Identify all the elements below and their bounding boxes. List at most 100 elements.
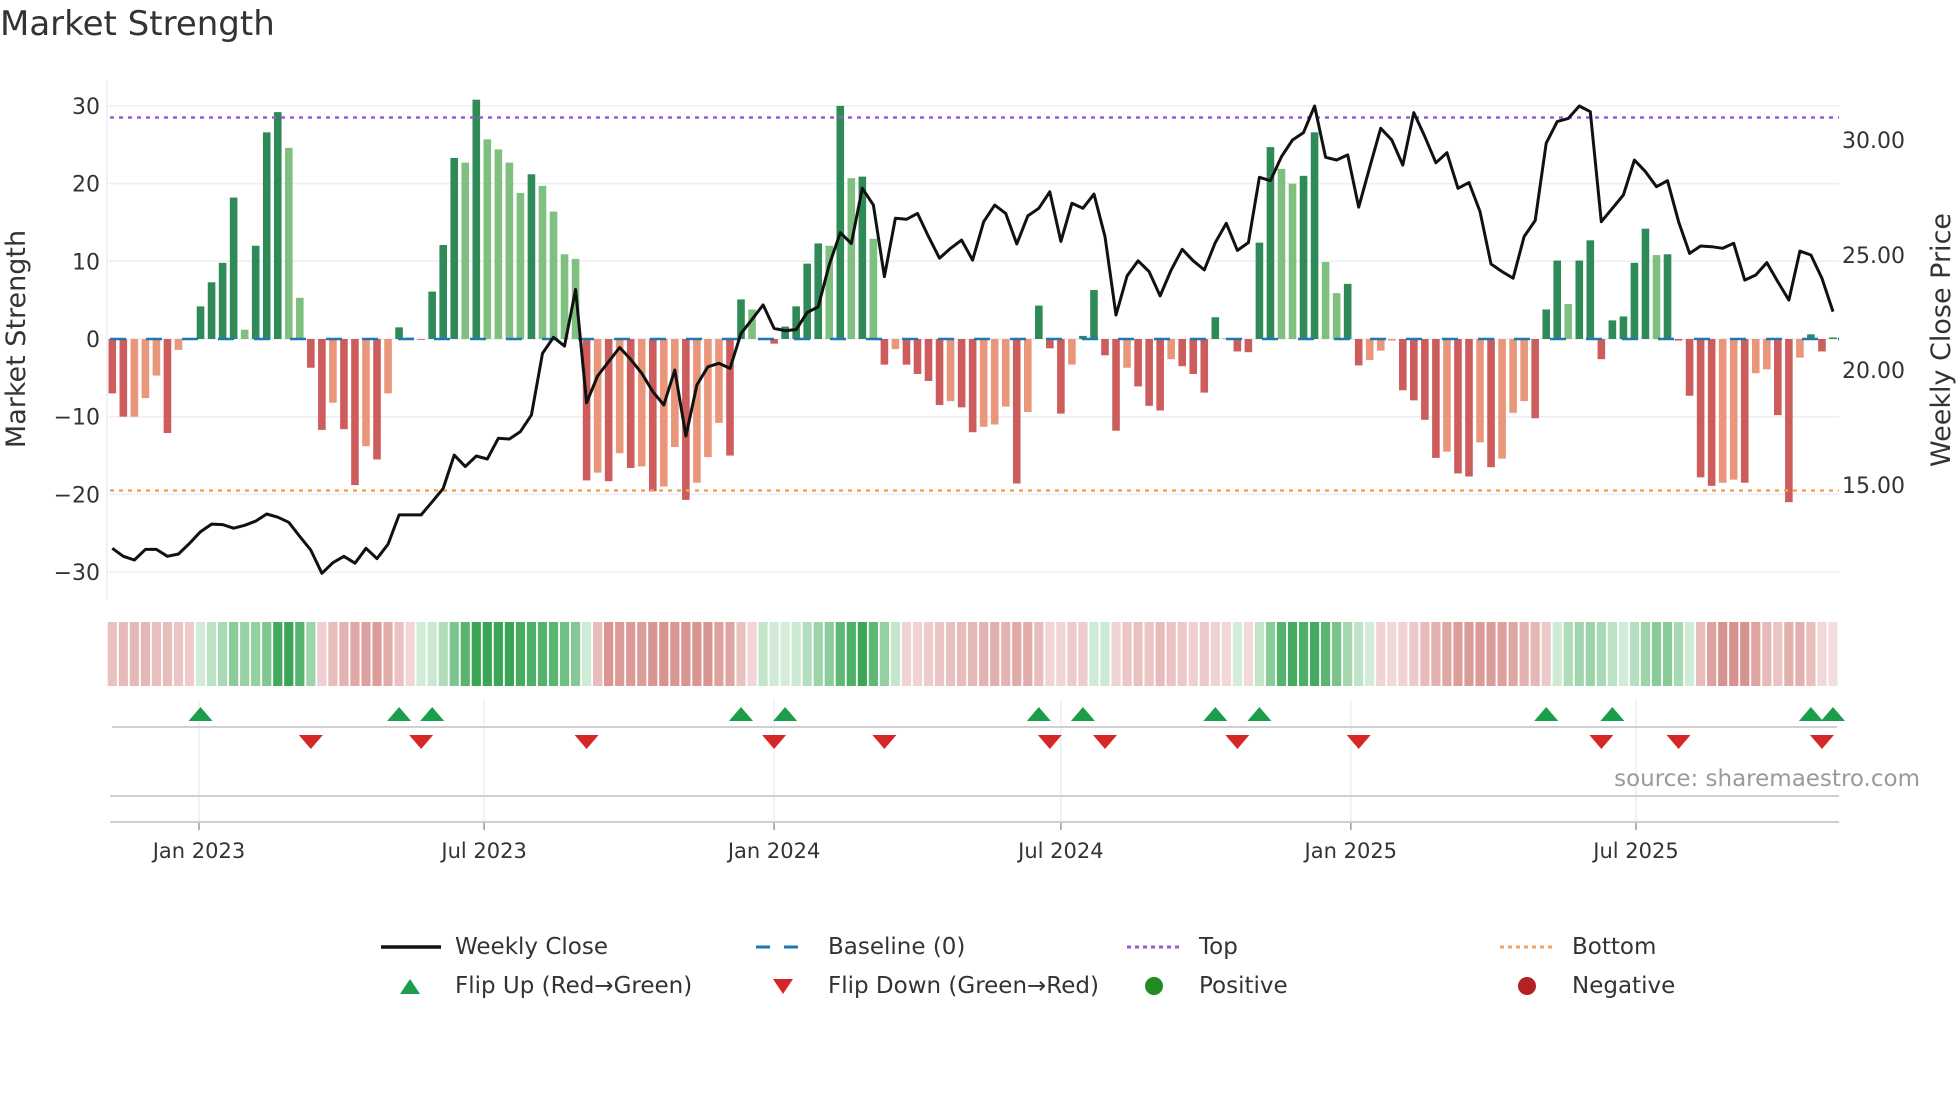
strength-heat-cell: [1618, 622, 1629, 686]
x-tick-label: Jul 2024: [1016, 839, 1103, 863]
strength-heat-cell: [1541, 622, 1551, 686]
strength-heat-cell: [1133, 622, 1143, 686]
strength-bar: [660, 339, 668, 487]
strength-heat-cell: [107, 622, 117, 686]
y-tick-label: −10: [54, 406, 100, 431]
strength-heat-cell: [218, 622, 228, 686]
strength-heat-cell: [1078, 622, 1088, 686]
strength-heat-cell: [659, 622, 669, 686]
strength-bar: [1387, 339, 1396, 341]
strength-heat-cell: [1155, 622, 1165, 686]
strength-heat-cell: [416, 622, 426, 686]
legend-item[interactable]: Weekly Close: [381, 934, 608, 960]
strength-bar: [637, 339, 646, 467]
y2-tick-label: 15.00: [1842, 474, 1905, 499]
strength-bar: [1101, 339, 1109, 356]
strength-heat-cell: [923, 622, 934, 686]
flip-down-marker: [409, 735, 434, 749]
legend-item[interactable]: Top: [1125, 934, 1238, 960]
strength-bar: [957, 339, 966, 408]
strength-bar: [979, 339, 988, 427]
strength-bar: [902, 339, 911, 365]
strength-bar: [693, 339, 701, 483]
strength-heat-cell: [1067, 622, 1077, 686]
strength-bar: [1575, 260, 1584, 339]
strength-heat-cell: [1012, 622, 1022, 686]
line-swatch-icon: [381, 945, 441, 949]
flip-up-marker: [420, 707, 445, 721]
legend-item[interactable]: Negative: [1498, 973, 1675, 999]
strength-bar: [494, 149, 503, 339]
strength-heat-cell: [968, 622, 978, 686]
strength-heat-cell: [637, 622, 647, 686]
strength-bar: [351, 339, 359, 486]
strength-heat-cell: [460, 622, 470, 686]
strength-bar: [1564, 304, 1573, 339]
triangle-down-icon: [773, 979, 793, 994]
strength-heat-cell: [262, 622, 272, 686]
strength-heat-cell: [1640, 622, 1651, 686]
strength-heat-cell: [1696, 622, 1706, 686]
strength-heat-cell: [405, 622, 415, 686]
strength-heat-cell: [1607, 622, 1617, 686]
x-tick-label: Jul 2025: [1591, 839, 1678, 863]
strength-bar: [1211, 317, 1220, 339]
strength-bar: [1023, 339, 1032, 413]
flip-up-marker: [1070, 707, 1095, 721]
strength-bar: [1343, 283, 1352, 339]
flip-down-marker: [872, 735, 897, 749]
strength-heat-cell: [1740, 622, 1750, 686]
strength-bar: [1354, 339, 1363, 366]
legend-item[interactable]: Positive: [1125, 973, 1288, 999]
strength-heat-cell: [1122, 622, 1132, 686]
strength-bar: [516, 192, 525, 339]
strength-heat-cell: [1729, 622, 1739, 686]
strength-heat-cell: [162, 622, 173, 686]
strength-heat-cell: [1795, 622, 1805, 686]
legend-item[interactable]: Baseline (0): [754, 934, 965, 960]
strength-bar: [229, 197, 238, 339]
strength-heat-cell: [383, 622, 393, 686]
strength-heat-cell: [1398, 622, 1408, 686]
strength-bar: [1487, 339, 1495, 468]
strength-heat-cell: [758, 622, 768, 686]
strength-heat-cell: [1254, 622, 1265, 686]
strength-heat-cell: [1188, 622, 1198, 686]
strength-heat-cell: [1552, 622, 1562, 686]
strength-heat-cell: [1629, 622, 1640, 686]
strength-bar: [262, 132, 271, 339]
flip-down-marker: [1093, 735, 1117, 749]
strength-heat-cell: [129, 622, 139, 686]
strength-bar: [1619, 316, 1628, 339]
strength-heat-cell: [736, 622, 746, 686]
line-swatch-icon: [756, 945, 812, 949]
strength-bar: [549, 211, 558, 339]
strength-heat-cell: [1409, 622, 1419, 686]
strength-heat-cell: [1431, 622, 1441, 686]
strength-heat-cell: [1784, 622, 1794, 686]
legend-label: Positive: [1199, 973, 1288, 999]
strength-heat-cell: [449, 622, 459, 686]
strength-heat-cell: [1321, 622, 1331, 686]
flip-up-marker: [188, 707, 213, 721]
legend-label: Flip Up (Red→Green): [455, 973, 693, 999]
strength-bar: [968, 339, 977, 433]
strength-heat-cell: [1232, 622, 1242, 686]
strength-heat-cell: [372, 622, 382, 686]
strength-bar: [924, 339, 933, 381]
strength-bar: [428, 291, 436, 339]
flip-down-marker: [298, 735, 323, 749]
strength-bar: [1178, 339, 1187, 367]
strength-bar: [461, 162, 470, 339]
strength-bar: [593, 339, 602, 473]
legend-item[interactable]: Flip Up (Red→Green): [381, 973, 692, 999]
strength-bar: [395, 327, 403, 339]
strength-heat-cell: [1585, 622, 1595, 686]
strength-heat-cell: [857, 622, 867, 686]
legend-item[interactable]: Bottom: [1498, 934, 1656, 960]
strength-heat-cell: [1089, 622, 1099, 686]
strength-heat-cell: [769, 622, 779, 686]
x-tick-label: Jan 2024: [726, 839, 821, 863]
strength-bar: [384, 339, 392, 394]
legend-item[interactable]: Flip Down (Green→Red): [754, 973, 1099, 999]
